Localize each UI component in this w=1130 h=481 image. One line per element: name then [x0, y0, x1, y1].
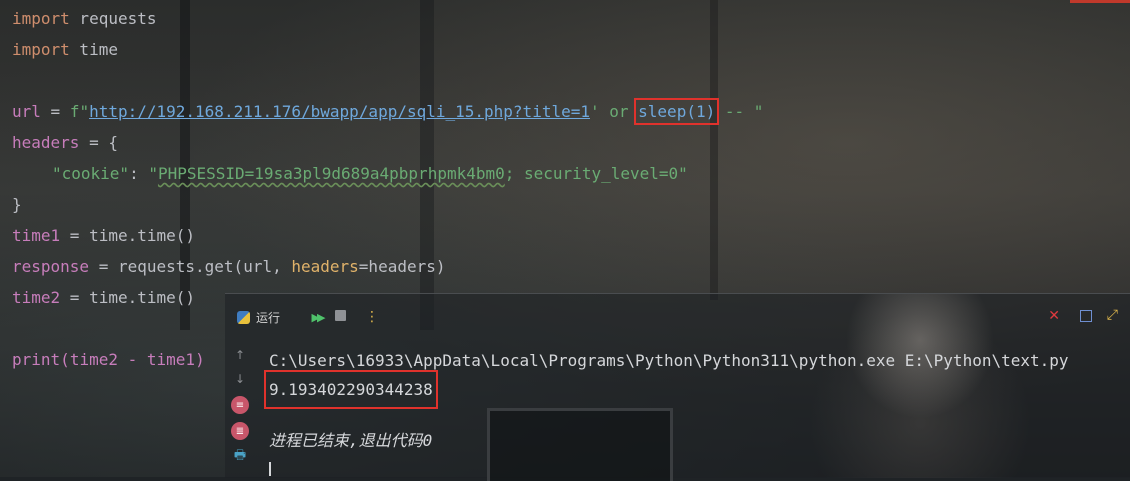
variable-time1: time1	[12, 226, 61, 245]
get-call: = requests.get(url,	[89, 257, 292, 276]
time1-expr: = time.time()	[60, 226, 196, 245]
console-exit-message: 进程已结束,退出代码0	[269, 431, 433, 450]
stop-icon[interactable]	[335, 310, 346, 321]
print-icon[interactable]: 🖶	[231, 448, 249, 466]
code-line-6: "cookie": "PHPSESSID=19sa3pl9d689a4pbprh…	[12, 158, 1122, 189]
python-icon	[237, 310, 250, 324]
code-line-1: import requests	[12, 3, 1122, 34]
get-call-tail: =headers)	[358, 257, 446, 276]
code-line-7: }	[12, 189, 1122, 220]
scroll-to-end-icon[interactable]: ≣	[231, 422, 249, 440]
keyword-import: import	[12, 40, 70, 59]
console-side-toolbar: ↑ ↓ ≡ ≣ 🖶	[225, 340, 255, 478]
dict-close: }	[12, 195, 22, 214]
time2-expr: = time.time()	[60, 288, 196, 307]
more-icon[interactable]: ⋮	[365, 308, 379, 326]
builtin-print: print	[12, 350, 61, 369]
variable-response: response	[12, 257, 90, 276]
variable-time2: time2	[12, 288, 61, 307]
code-line-9: response = requests.get(url, headers=hea…	[12, 251, 1122, 282]
operator-minus: -	[117, 350, 147, 369]
rerun-icon[interactable]: ▶▶	[309, 309, 326, 325]
console-caret	[269, 462, 271, 476]
operator-assign: =	[40, 102, 70, 121]
expand-icon[interactable]: ⤢	[1107, 307, 1118, 323]
paren-open: (	[60, 350, 70, 369]
code-line-4: url = f"http://192.168.211.176/bwapp/app…	[12, 96, 1122, 127]
arrow-down-icon[interactable]: ↓	[231, 370, 249, 388]
param-headers: headers	[291, 257, 359, 276]
string-tail: -- "	[715, 102, 764, 121]
paren-close: )	[195, 350, 205, 369]
url-link[interactable]: http://192.168.211.176/bwapp/app/sqli_15…	[89, 102, 590, 121]
dict-open: = {	[79, 133, 118, 152]
arg-time2: time2	[69, 350, 118, 369]
run-tab[interactable]: 运行	[237, 308, 280, 326]
close-icon[interactable]: ✕	[1048, 308, 1060, 324]
keyword-import: import	[12, 9, 70, 28]
console-command-line: C:\Users\16933\AppData\Local\Programs\Py…	[269, 351, 1069, 370]
string-mid: ' or	[589, 102, 639, 121]
highlighted-sleep-payload: sleep(1)	[634, 98, 720, 125]
variable-url: url	[12, 102, 41, 121]
variable-headers: headers	[12, 133, 80, 152]
cookie-rest: ; security_level=0"	[504, 164, 688, 183]
module-name: time	[69, 40, 118, 59]
fstring-prefix: f"	[69, 102, 90, 121]
console-output[interactable]: C:\Users\16933\AppData\Local\Programs\Py…	[264, 346, 1069, 455]
soft-wrap-icon[interactable]: ≡	[231, 396, 249, 414]
arrow-up-icon[interactable]: ↑	[231, 346, 249, 364]
highlighted-result: 9.193402290344238	[264, 370, 438, 409]
run-tool-window: 运行 ▶▶ ⋮ ✕ ⤢ ↑ ↓ ≡ ≣ 🖶 C:\Users\16933\App…	[225, 293, 1130, 481]
code-line-8: time1 = time.time()	[12, 220, 1122, 251]
module-name: requests	[69, 9, 157, 28]
cookie-quote: "	[148, 164, 158, 183]
arg-time1: time1	[146, 350, 196, 369]
dict-colon: :	[129, 164, 149, 183]
code-line-5: headers = {	[12, 127, 1122, 158]
layout-icon[interactable]	[1080, 310, 1092, 322]
cookie-sessid: PHPSESSID=19sa3pl9d689a4pbprhpmk4bm0	[157, 164, 505, 183]
console-result-line: 9.193402290344238	[264, 370, 1069, 409]
dict-key-cookie: "cookie"	[52, 164, 130, 183]
run-tab-label: 运行	[256, 310, 281, 325]
code-line-2: import time	[12, 34, 1122, 65]
